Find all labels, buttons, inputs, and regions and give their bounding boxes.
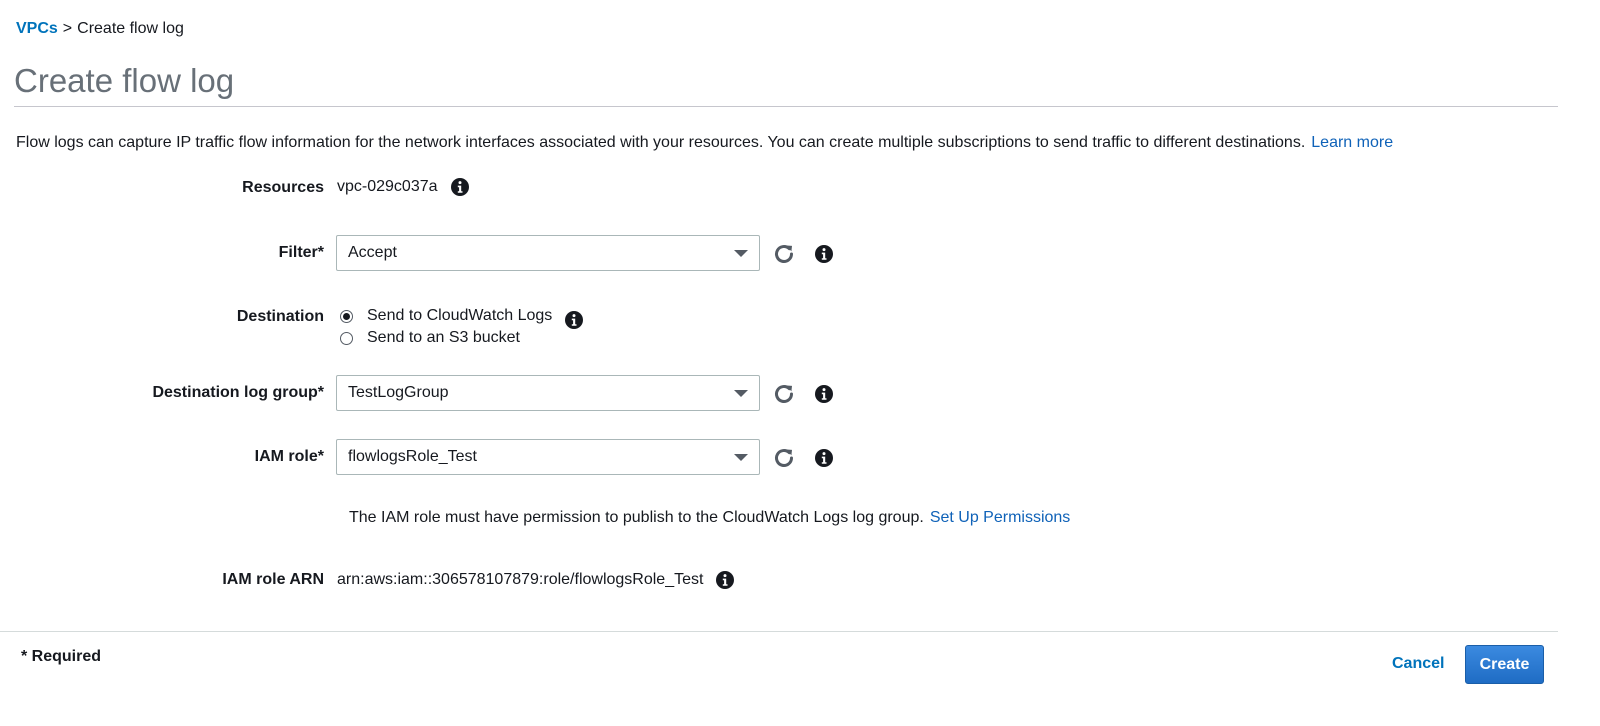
resources-info-icon[interactable] [450, 177, 470, 197]
iam-role-arn-label: IAM role ARN [222, 571, 324, 588]
create-button[interactable]: Create [1465, 645, 1544, 684]
resources-label: Resources [242, 179, 324, 196]
chevron-down-icon [734, 390, 748, 397]
filter-info-icon[interactable] [814, 244, 834, 264]
destination-option-cloudwatch[interactable]: Send to CloudWatch Logs [340, 302, 584, 330]
chevron-down-icon [734, 454, 748, 461]
log-group-refresh-icon[interactable] [772, 382, 796, 406]
breadcrumb: VPCs > Create flow log [16, 20, 184, 38]
destination-option-s3[interactable]: Send to an S3 bucket [340, 329, 520, 347]
cloudwatch-option-label: Send to CloudWatch Logs [367, 307, 553, 324]
breadcrumb-vpcs-link[interactable]: VPCs [16, 20, 58, 37]
chevron-down-icon [734, 250, 748, 257]
breadcrumb-current: Create flow log [77, 20, 184, 37]
log-group-select[interactable]: TestLogGroup [336, 375, 760, 411]
iam-role-select[interactable]: flowlogsRole_Test [336, 439, 760, 475]
destination-label: Destination [236, 308, 324, 325]
cloudwatch-radio[interactable] [340, 309, 353, 323]
footer-divider [0, 631, 1558, 632]
iam-role-select-value: flowlogsRole_Test [348, 448, 477, 465]
create-flow-log-page: VPCs > Create flow log Create flow log Flo… [0, 0, 1600, 726]
iam-role-arn-value: arn:aws:iam::306578107879:role/flowlogsR… [337, 571, 704, 588]
iam-role-arn-info-icon[interactable] [715, 570, 735, 590]
iam-role-refresh-icon[interactable] [772, 446, 796, 470]
filter-refresh-icon[interactable] [772, 242, 796, 266]
s3-option-label: Send to an S3 bucket [367, 329, 520, 346]
page-title: Create flow log [14, 62, 235, 99]
permission-note-text: The IAM role must have permission to pub… [349, 509, 924, 526]
iam-role-label: IAM role* [254, 448, 324, 465]
iam-role-arn-row: arn:aws:iam::306578107879:role/flowlogsR… [337, 570, 735, 590]
log-group-label: Destination log group* [152, 384, 324, 401]
cancel-button[interactable]: Cancel [1392, 655, 1444, 673]
learn-more-link[interactable]: Learn more [1311, 134, 1393, 151]
breadcrumb-separator: > [62, 20, 73, 37]
filter-select-value: Accept [348, 244, 397, 261]
s3-radio[interactable] [340, 331, 353, 345]
set-up-permissions-link[interactable]: Set Up Permissions [930, 509, 1071, 526]
title-divider [14, 106, 1558, 107]
iam-role-info-icon[interactable] [814, 448, 834, 468]
filter-label: Filter* [278, 244, 324, 261]
description-text: Flow logs can capture IP traffic flow in… [16, 134, 1306, 151]
resources-value: vpc-029c037a [337, 178, 438, 195]
destination-info-icon[interactable] [564, 310, 584, 330]
required-note: * Required [21, 648, 102, 665]
resources-value-row: vpc-029c037a [337, 177, 470, 197]
filter-select[interactable]: Accept [336, 235, 760, 271]
log-group-select-value: TestLogGroup [348, 384, 449, 401]
permission-note: The IAM role must have permission to pub… [349, 509, 1070, 527]
page-description: Flow logs can capture IP traffic flow in… [16, 134, 1393, 152]
log-group-info-icon[interactable] [814, 384, 834, 404]
